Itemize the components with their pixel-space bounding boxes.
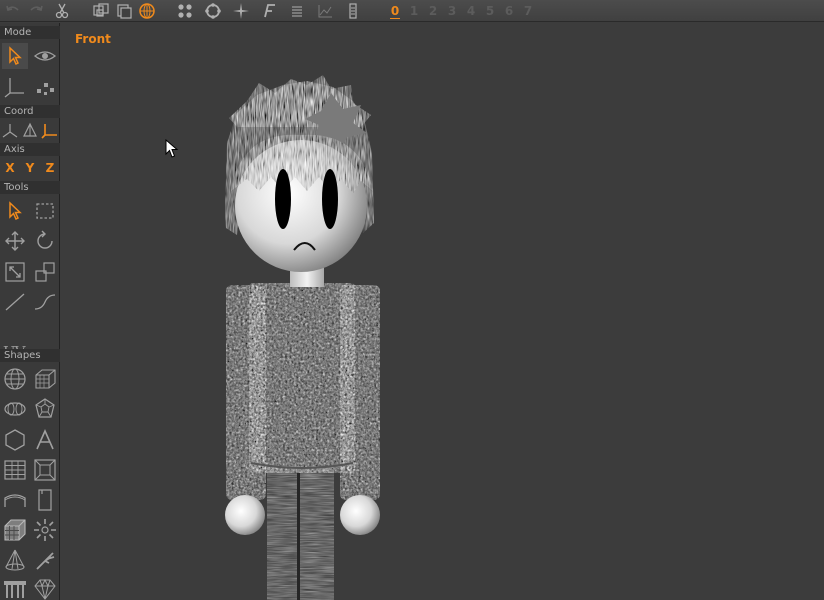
shapes-section-label: Shapes — [0, 349, 60, 362]
world-coord-icon[interactable] — [1, 121, 19, 139]
axis-toggle-group: X Y Z — [0, 159, 60, 177]
vertex-cluster-icon[interactable] — [176, 2, 194, 20]
rotate-tool-icon[interactable] — [32, 228, 58, 254]
gear-spark-icon[interactable] — [32, 517, 58, 543]
axis-z-toggle[interactable]: Z — [41, 159, 59, 177]
vertex-points-icon[interactable] — [32, 74, 58, 100]
character-legs — [267, 466, 334, 600]
axis-section-label: Axis — [0, 143, 60, 156]
list-lines-icon[interactable] — [288, 2, 306, 20]
scissors-icon[interactable] — [53, 2, 71, 20]
dodecahedron-icon[interactable] — [32, 396, 58, 422]
torus-icon[interactable] — [2, 396, 28, 422]
box-frame-icon[interactable] — [32, 457, 58, 483]
layer-1-button[interactable]: 1 — [406, 2, 422, 20]
axis-x-toggle[interactable]: X — [1, 159, 19, 177]
layer-2-button[interactable]: 2 — [425, 2, 441, 20]
graph-icon[interactable] — [316, 2, 334, 20]
sphere-icon[interactable] — [2, 366, 28, 392]
diamond-icon[interactable] — [32, 576, 58, 600]
layer-3-button[interactable]: 3 — [444, 2, 460, 20]
select-tool-icon[interactable] — [2, 198, 28, 224]
font-f-icon[interactable] — [260, 2, 278, 20]
move-tool-icon[interactable] — [2, 228, 28, 254]
3d-viewport[interactable]: Front — [61, 23, 824, 600]
eye-view-icon[interactable] — [32, 43, 58, 69]
slider-icon[interactable] — [344, 2, 362, 20]
curve-tool-icon[interactable] — [32, 289, 58, 315]
scale-tool-icon[interactable] — [2, 259, 28, 285]
marquee-select-icon[interactable] — [32, 198, 58, 224]
mode-section-label: Mode — [0, 26, 60, 39]
left-tool-sidebar: Mode Coord Axis X Y Z Tools Shapes — [0, 23, 60, 600]
redo-icon[interactable] — [27, 2, 45, 20]
arch-icon[interactable] — [2, 487, 28, 513]
character-torso — [249, 283, 355, 473]
local-coord-icon[interactable] — [21, 121, 39, 139]
scale-uniform-icon[interactable] — [32, 259, 58, 285]
cube-icon[interactable] — [32, 366, 58, 392]
sparkle-icon[interactable] — [232, 2, 250, 20]
select-mode-button[interactable] — [2, 43, 28, 69]
tools-section-label: Tools — [0, 181, 60, 194]
smooth-sphere-icon[interactable] — [138, 2, 156, 20]
layer-0-button[interactable]: 0 — [387, 2, 403, 20]
grid-icon[interactable] — [2, 457, 28, 483]
orbit-ring-icon[interactable] — [204, 2, 222, 20]
top-toolbar: 0 1 2 3 4 5 6 7 — [0, 0, 824, 22]
cone-icon[interactable] — [2, 547, 28, 573]
hexagon-icon[interactable] — [2, 427, 28, 453]
layer-6-button[interactable]: 6 — [501, 2, 517, 20]
fork-icon[interactable] — [32, 547, 58, 573]
columns-icon[interactable] — [2, 576, 28, 600]
layer-4-button[interactable]: 4 — [463, 2, 479, 20]
mouse-pointer-icon — [165, 139, 179, 158]
paste-icon[interactable] — [115, 2, 133, 20]
axis-gizmo-icon[interactable] — [2, 74, 28, 100]
text-a-icon[interactable] — [32, 427, 58, 453]
undo-icon[interactable] — [4, 2, 22, 20]
axis-y-toggle[interactable]: Y — [21, 159, 39, 177]
layer-7-button[interactable]: 7 — [520, 2, 536, 20]
lattice-cube-icon[interactable] — [2, 517, 28, 543]
view-name-label: Front — [75, 32, 111, 46]
scene-canvas[interactable] — [61, 23, 824, 600]
line-tool-icon[interactable] — [2, 289, 28, 315]
layer-5-button[interactable]: 5 — [482, 2, 498, 20]
page-icon[interactable] — [32, 487, 58, 513]
screen-coord-icon[interactable] — [41, 121, 59, 139]
copy-icon[interactable] — [92, 2, 110, 20]
coord-section-label: Coord — [0, 105, 60, 118]
